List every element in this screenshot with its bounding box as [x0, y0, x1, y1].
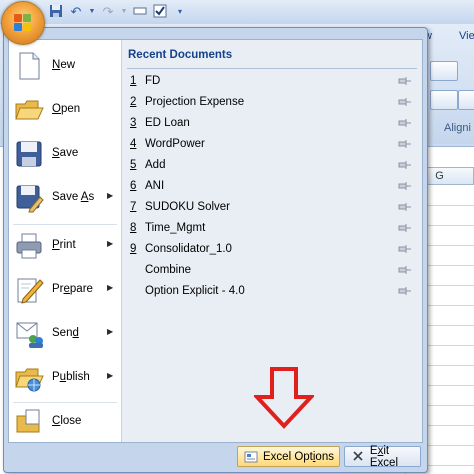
menu-item-publish[interactable]: Publish ▶ [9, 358, 121, 398]
recent-document-item[interactable]: Combine [127, 260, 415, 281]
publish-icon [14, 363, 44, 393]
customize-toolbar-icon[interactable]: ▾ [172, 4, 188, 20]
submenu-arrow-icon: ▶ [107, 327, 114, 336]
recent-document-item[interactable]: 8 Time_Mgmt [127, 218, 415, 239]
pin-icon[interactable] [398, 265, 412, 275]
recent-document-item[interactable]: 6 ANI [127, 176, 415, 197]
excel-options-button[interactable]: Excel Options [237, 446, 340, 467]
office-menu-footer: Excel Options Exit Excel [8, 444, 421, 470]
close-icon [351, 450, 365, 464]
pin-icon[interactable] [398, 286, 412, 296]
pin-icon[interactable] [398, 76, 412, 86]
recent-document-item[interactable]: 2 Projection Expense [127, 92, 415, 113]
office-logo-icon [14, 14, 32, 32]
submenu-arrow-icon: ▶ [107, 191, 114, 200]
recent-document-item[interactable]: 4 WordPower [127, 134, 415, 155]
menu-item-send[interactable]: Send ▶ [9, 314, 121, 354]
recent-document-item[interactable]: 7 SUDOKU Solver [127, 197, 415, 218]
office-menu-body: New Open Save Save As ▶ Print ▶ Prepare … [8, 39, 423, 443]
menu-item-new[interactable]: New [9, 46, 121, 86]
pin-icon[interactable] [398, 139, 412, 149]
recent-document-item[interactable]: Option Explicit - 4.0 [127, 281, 415, 302]
chevron-down-icon[interactable]: ▼ [88, 4, 96, 20]
submenu-arrow-icon: ▶ [107, 371, 114, 380]
exit-excel-button[interactable]: Exit Excel [344, 445, 421, 469]
minus-icon[interactable] [132, 4, 148, 20]
checkbox-icon[interactable] [152, 4, 168, 20]
pin-icon[interactable] [398, 118, 412, 128]
annotation-arrow-icon [254, 367, 314, 429]
recent-document-item[interactable]: 5 Add [127, 155, 415, 176]
undo-icon[interactable]: ↶ [68, 4, 84, 20]
menu-item-save[interactable]: Save [9, 134, 121, 174]
save-as-icon [14, 183, 44, 213]
submenu-arrow-icon: ▶ [107, 283, 114, 292]
divider [127, 68, 417, 69]
tab-view[interactable]: View [459, 30, 474, 42]
menu-item-save-as[interactable]: Save As ▶ [9, 178, 121, 218]
pin-icon[interactable] [398, 181, 412, 191]
send-icon [14, 319, 44, 349]
ribbon-align-button[interactable] [430, 90, 458, 110]
pin-icon[interactable] [398, 244, 412, 254]
new-document-icon [14, 51, 44, 81]
menu-separator [13, 224, 117, 225]
office-menu: New Open Save Save As ▶ Print ▶ Prepare … [3, 27, 428, 473]
menu-item-prepare[interactable]: Prepare ▶ [9, 270, 121, 310]
close-folder-icon [14, 407, 44, 437]
pin-icon[interactable] [398, 160, 412, 170]
menu-item-close[interactable]: Close [9, 402, 121, 442]
ribbon-format-button[interactable] [430, 61, 458, 81]
recent-document-item[interactable]: 3 ED Loan [127, 113, 415, 134]
save-icon [14, 139, 44, 169]
ribbon-align-button-2[interactable] [458, 90, 474, 110]
pin-icon[interactable] [398, 202, 412, 212]
recent-document-item[interactable]: 1 FD [127, 71, 415, 92]
options-icon [244, 450, 258, 464]
quick-access-toolbar: ↶ ▼ ↷ ▼ ▾ [48, 3, 188, 21]
prepare-icon [14, 275, 44, 305]
redo-icon[interactable]: ↷ [100, 4, 116, 20]
pin-icon[interactable] [398, 97, 412, 107]
menu-item-print[interactable]: Print ▶ [9, 226, 121, 266]
office-button[interactable] [1, 1, 45, 45]
ribbon-group-alignment-label: Aligni [444, 122, 471, 134]
recent-document-item[interactable]: 9 Consolidator_1.0 [127, 239, 415, 260]
save-icon[interactable] [48, 4, 64, 20]
printer-icon [14, 231, 44, 261]
open-folder-icon [14, 95, 44, 125]
chevron-down-icon[interactable]: ▼ [120, 4, 128, 20]
menu-item-open[interactable]: Open [9, 90, 121, 130]
pin-icon[interactable] [398, 223, 412, 233]
submenu-arrow-icon: ▶ [107, 239, 114, 248]
recent-documents-title: Recent Documents [128, 49, 233, 61]
command-pane: New Open Save Save As ▶ Print ▶ Prepare … [9, 40, 122, 442]
